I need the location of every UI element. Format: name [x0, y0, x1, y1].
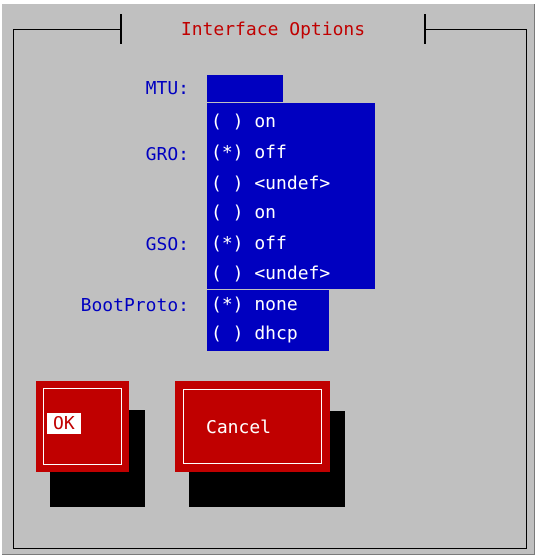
mtu-input[interactable] — [207, 75, 283, 102]
mtu-label: MTU: — [145, 78, 189, 99]
dialog-title: Interface Options — [180, 18, 366, 40]
cancel-button[interactable]: Cancel — [175, 381, 330, 472]
gro-option-undef[interactable]: ( ) <undef> — [211, 173, 330, 194]
cancel-button-label: Cancel — [206, 417, 272, 438]
gro-option-off[interactable]: (*) off — [211, 142, 287, 163]
gso-label: GSO: — [145, 234, 189, 255]
ok-button[interactable]: OK — [36, 381, 129, 472]
gso-option-on[interactable]: ( ) on — [211, 202, 276, 223]
bootproto-label: BootProto: — [80, 295, 189, 316]
gro-option-on[interactable]: ( ) on — [211, 111, 276, 132]
gso-option-off[interactable]: (*) off — [211, 233, 287, 254]
gro-label: GRO: — [145, 144, 189, 165]
interface-options-dialog: Interface Options MTU: GRO: ( ) on (*) o… — [1, 3, 535, 555]
gso-option-undef[interactable]: ( ) <undef> — [211, 263, 330, 284]
bootproto-option-dhcp[interactable]: ( ) dhcp — [211, 323, 298, 344]
dialog-title-box: Interface Options — [120, 14, 426, 44]
ok-button-label: OK — [47, 413, 81, 434]
bootproto-option-none[interactable]: (*) none — [211, 294, 298, 315]
